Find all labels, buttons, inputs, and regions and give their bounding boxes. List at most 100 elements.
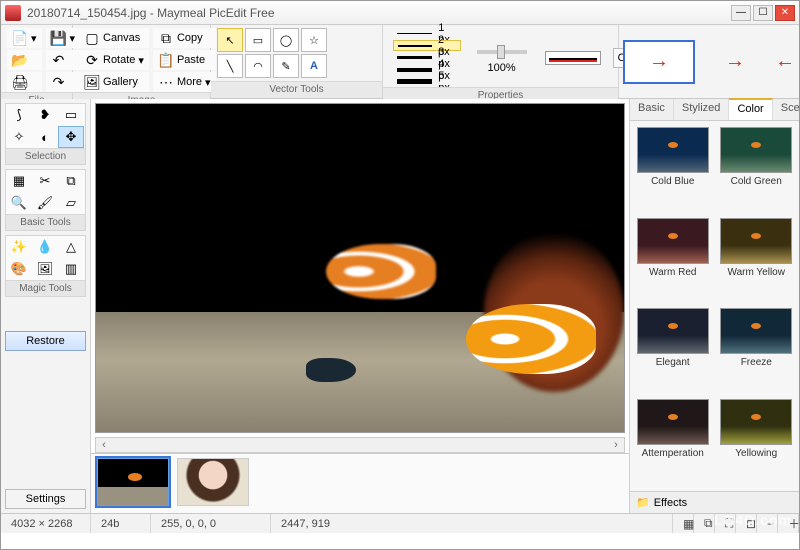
gallery-button[interactable]: 🖼Gallery [79, 72, 149, 92]
auto-enhance[interactable]: ✨ [6, 236, 32, 258]
new-file-icon: 📄 [12, 30, 28, 46]
new-button[interactable]: 📄▾ [7, 28, 42, 48]
ribbon-group-image: ▢Canvas ⟳Rotate▾ 🖼Gallery ⧉Copy 📋Paste ⋯… [73, 25, 211, 98]
preview-thumbnail[interactable]: → [623, 40, 695, 84]
redo-icon: ↷ [51, 74, 67, 90]
clone-tool[interactable]: ✂ [32, 170, 58, 192]
more-button[interactable]: ⋯More▾ [153, 72, 216, 92]
status-compare-icon[interactable]: ⧉ [694, 514, 715, 533]
canvas-button[interactable]: ▢Canvas [79, 28, 149, 48]
effect-cold-blue[interactable]: Cold Blue [634, 127, 712, 214]
line-icon: ╲ [227, 60, 234, 73]
scroll-right-icon[interactable]: › [608, 439, 624, 451]
scene-tool[interactable]: 🖼 [32, 258, 58, 280]
vector-star[interactable]: ☆ [301, 28, 327, 52]
status-zoomin-icon[interactable]: ＋ [778, 514, 799, 533]
pencil-icon: ✎ [281, 60, 290, 73]
status-fit-icon[interactable]: ⛶ [715, 514, 736, 533]
tab-color[interactable]: Color [729, 98, 772, 120]
zoom-percent: 100% [488, 62, 516, 74]
preview-strip: → → ← [619, 25, 799, 98]
paste-button[interactable]: 📋Paste [153, 50, 216, 70]
vector-rect[interactable]: ▭ [245, 28, 271, 52]
ribbon-label-vector: Vector Tools [211, 81, 382, 98]
settings-button[interactable]: Settings [5, 489, 86, 509]
slider-thumb[interactable] [497, 45, 505, 59]
selection-caption: Selection [6, 148, 85, 164]
undo-icon: ↶ [51, 52, 67, 68]
effect-freeze[interactable]: Freeze [718, 308, 796, 395]
canvas-decor [326, 244, 436, 299]
printer-icon: 🖨 [12, 74, 28, 90]
outline-preview [545, 51, 601, 65]
ribbon-group-properties: 1 px2 px3 px4 px5 px 100% Outline ▾ Prop… [383, 25, 619, 98]
thumbnail-2[interactable] [177, 458, 249, 506]
brush-tool[interactable]: 🖌 [32, 192, 58, 214]
restore-button[interactable]: Restore [5, 331, 86, 351]
effect-attemperation[interactable]: Attemperation [634, 399, 712, 486]
vector-pointer[interactable]: ↖ [217, 28, 243, 52]
crop-tool[interactable]: ⧉ [58, 170, 84, 192]
effect-grid: Cold BlueCold GreenWarm RedWarm YellowEl… [630, 121, 799, 491]
magic-caption: Magic Tools [6, 280, 85, 296]
frame-tool[interactable]: ▥ [58, 258, 84, 280]
tab-stylized[interactable]: Stylized [674, 99, 730, 120]
vector-lasso[interactable]: ◠ [245, 54, 271, 78]
vector-text[interactable]: A [301, 54, 327, 78]
paste-label: Paste [177, 54, 205, 66]
scroll-left-icon[interactable]: ‹ [96, 439, 112, 451]
print-button[interactable]: 🖨 [7, 72, 42, 92]
effect-elegant[interactable]: Elegant [634, 308, 712, 395]
magic-wand[interactable]: ✧ [6, 126, 32, 148]
ellipse-icon: ◯ [280, 34, 292, 47]
color-tool[interactable]: 🎨 [6, 258, 32, 280]
blur-tool[interactable]: 💧 [32, 236, 58, 258]
horizontal-scrollbar[interactable]: ‹ › [95, 437, 625, 453]
rotate-icon: ⟳ [84, 52, 100, 68]
vector-pencil[interactable]: ✎ [273, 54, 299, 78]
status-actual-icon[interactable]: ⊡ [736, 514, 757, 533]
tab-basic[interactable]: Basic [630, 99, 674, 120]
rect-icon: ▭ [253, 34, 263, 47]
effect-warm-red[interactable]: Warm Red [634, 218, 712, 305]
sharpen-tool[interactable]: △ [58, 236, 84, 258]
image-canvas[interactable] [95, 103, 625, 433]
stroke-5px[interactable]: 5 px [393, 76, 461, 87]
lasso-icon: ◠ [253, 60, 263, 73]
tab-scene[interactable]: Scene [773, 99, 800, 120]
effect-yellowing[interactable]: Yellowing [718, 399, 796, 486]
move-tool[interactable]: ✥ [58, 126, 84, 148]
window-title: 20180714_150454.jpg - Maymeal PicEdit Fr… [27, 6, 729, 20]
titlebar: 20180714_150454.jpg - Maymeal PicEdit Fr… [1, 1, 799, 25]
minimize-button[interactable]: — [731, 5, 751, 21]
ribbon: 📄▾ 📂 🖨 💾▾ ↶ ↷ File ▢Canvas ⟳Rotate▾ 🖼Gal… [1, 25, 799, 99]
magic-toolbox: ✨ 💧 △ 🎨 🖼 ▥ Magic Tools [5, 235, 86, 297]
freeform-select[interactable]: ❥ [32, 104, 58, 126]
gallery-icon: 🖼 [84, 74, 100, 90]
close-button[interactable]: ✕ [775, 5, 795, 21]
copy-label: Copy [177, 32, 203, 44]
pointer-icon: ↖ [225, 34, 234, 47]
invert-select[interactable]: ◐ [32, 126, 58, 148]
status-zoomout-icon[interactable]: − [757, 514, 778, 533]
effect-warm-yellow[interactable]: Warm Yellow [718, 218, 796, 305]
zoom-tool[interactable]: 🔍 [6, 192, 32, 214]
eraser-tool[interactable]: ▱ [58, 192, 84, 214]
basic-toolbox: ▦ ✂ ⧉ 🔍 🖌 ▱ Basic Tools [5, 169, 86, 231]
status-dimensions: 4032 × 2268 [1, 514, 91, 533]
status-grid-icon[interactable]: ▦ [673, 514, 694, 533]
stroke-width-list[interactable]: 1 px2 px3 px4 px5 px [393, 28, 461, 87]
open-button[interactable]: 📂 [7, 50, 42, 70]
lasso-select[interactable]: ⟆ [6, 104, 32, 126]
vector-line[interactable]: ╲ [217, 54, 243, 78]
maximize-button[interactable]: ☐ [753, 5, 773, 21]
fill-tool[interactable]: ▦ [6, 170, 32, 192]
thumbnail-1[interactable] [97, 458, 169, 506]
zoom-slider[interactable] [477, 50, 527, 54]
rotate-button[interactable]: ⟳Rotate▾ [79, 50, 149, 70]
effect-cold-green[interactable]: Cold Green [718, 127, 796, 214]
effects-footer[interactable]: 📁 Effects [630, 491, 799, 513]
vector-ellipse[interactable]: ◯ [273, 28, 299, 52]
copy-button[interactable]: ⧉Copy [153, 28, 216, 48]
rect-select[interactable]: ▭ [58, 104, 84, 126]
